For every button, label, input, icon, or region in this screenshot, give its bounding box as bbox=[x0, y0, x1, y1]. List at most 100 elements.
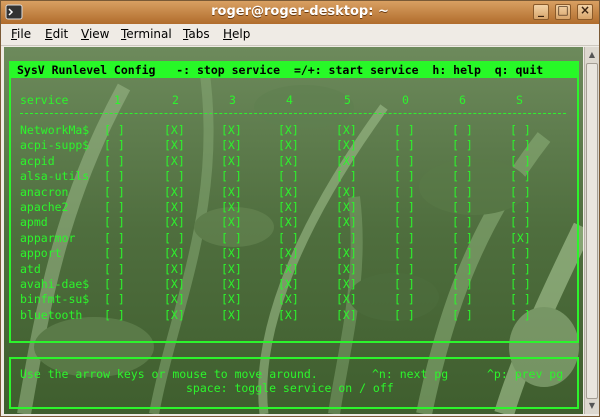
service-name[interactable]: bluetooth bbox=[20, 308, 82, 322]
runlevel-checkbox[interactable]: [ ] bbox=[510, 308, 531, 322]
runlevel-checkbox[interactable]: [ ] bbox=[510, 262, 531, 276]
runlevel-checkbox[interactable]: [X] bbox=[278, 123, 299, 137]
runlevel-checkbox[interactable]: [ ] bbox=[452, 292, 473, 306]
runlevel-checkbox[interactable]: [ ] bbox=[336, 169, 357, 183]
runlevel-checkbox[interactable]: [X] bbox=[278, 308, 299, 322]
service-name[interactable]: avahi-dae$ bbox=[20, 277, 89, 291]
runlevel-checkbox[interactable]: [ ] bbox=[394, 308, 415, 322]
service-name[interactable]: apparmor bbox=[20, 231, 75, 245]
menu-help[interactable]: Help bbox=[223, 27, 250, 41]
runlevel-checkbox[interactable]: [ ] bbox=[104, 308, 125, 322]
runlevel-checkbox[interactable]: [X] bbox=[221, 215, 242, 229]
runlevel-checkbox[interactable]: [X] bbox=[278, 138, 299, 152]
menu-tabs[interactable]: Tabs bbox=[183, 27, 210, 41]
runlevel-checkbox[interactable]: [ ] bbox=[452, 277, 473, 291]
runlevel-checkbox[interactable]: [X] bbox=[278, 185, 299, 199]
scrollbar-thumb[interactable] bbox=[586, 63, 598, 399]
runlevel-checkbox[interactable]: [ ] bbox=[104, 215, 125, 229]
menu-file[interactable]: File bbox=[11, 27, 31, 41]
runlevel-checkbox[interactable]: [ ] bbox=[394, 292, 415, 306]
runlevel-checkbox[interactable]: [ ] bbox=[104, 185, 125, 199]
runlevel-checkbox[interactable]: [ ] bbox=[452, 185, 473, 199]
runlevel-checkbox[interactable]: [ ] bbox=[394, 185, 415, 199]
runlevel-checkbox[interactable]: [X] bbox=[221, 154, 242, 168]
runlevel-checkbox[interactable]: [ ] bbox=[394, 169, 415, 183]
runlevel-checkbox[interactable]: [X] bbox=[221, 185, 242, 199]
runlevel-checkbox[interactable]: [ ] bbox=[394, 138, 415, 152]
runlevel-checkbox[interactable]: [X] bbox=[278, 200, 299, 214]
runlevel-checkbox[interactable]: [X] bbox=[336, 292, 357, 306]
service-name[interactable]: NetworkMa$ bbox=[20, 123, 89, 137]
menu-terminal[interactable]: Terminal bbox=[121, 27, 172, 41]
runlevel-checkbox[interactable]: [X] bbox=[221, 200, 242, 214]
runlevel-checkbox[interactable]: [ ] bbox=[510, 123, 531, 137]
service-name[interactable]: apache2 bbox=[20, 200, 68, 214]
runlevel-checkbox[interactable]: [X] bbox=[336, 200, 357, 214]
service-name[interactable]: atd bbox=[20, 262, 41, 276]
title-bar[interactable]: roger@roger-desktop: ~ _ □ × bbox=[1, 1, 599, 25]
runlevel-checkbox[interactable]: [ ] bbox=[510, 215, 531, 229]
runlevel-checkbox[interactable]: [X] bbox=[278, 262, 299, 276]
runlevel-checkbox[interactable]: [X] bbox=[164, 138, 185, 152]
runlevel-checkbox[interactable]: [ ] bbox=[394, 231, 415, 245]
menu-view[interactable]: View bbox=[81, 27, 109, 41]
runlevel-checkbox[interactable]: [X] bbox=[164, 308, 185, 322]
runlevel-checkbox[interactable]: [X] bbox=[164, 185, 185, 199]
runlevel-checkbox[interactable]: [ ] bbox=[278, 169, 299, 183]
service-name[interactable]: apport bbox=[20, 246, 62, 260]
runlevel-checkbox[interactable]: [ ] bbox=[452, 262, 473, 276]
runlevel-checkbox[interactable]: [ ] bbox=[394, 123, 415, 137]
service-name[interactable]: acpi-supp$ bbox=[20, 138, 89, 152]
runlevel-checkbox[interactable]: [ ] bbox=[104, 138, 125, 152]
runlevel-checkbox[interactable]: [ ] bbox=[510, 246, 531, 260]
runlevel-checkbox[interactable]: [ ] bbox=[452, 123, 473, 137]
runlevel-checkbox[interactable]: [X] bbox=[164, 292, 185, 306]
runlevel-checkbox[interactable]: [ ] bbox=[510, 200, 531, 214]
runlevel-checkbox[interactable]: [ ] bbox=[104, 169, 125, 183]
scroll-up-icon[interactable]: ▲ bbox=[585, 48, 599, 62]
runlevel-checkbox[interactable]: [X] bbox=[221, 246, 242, 260]
runlevel-checkbox[interactable]: [X] bbox=[336, 308, 357, 322]
runlevel-checkbox[interactable]: [X] bbox=[221, 277, 242, 291]
runlevel-checkbox[interactable]: [ ] bbox=[510, 138, 531, 152]
runlevel-checkbox[interactable]: [ ] bbox=[510, 277, 531, 291]
runlevel-checkbox[interactable]: [X] bbox=[164, 277, 185, 291]
runlevel-checkbox[interactable]: [X] bbox=[278, 215, 299, 229]
runlevel-checkbox[interactable]: [X] bbox=[221, 262, 242, 276]
runlevel-checkbox[interactable]: [X] bbox=[221, 292, 242, 306]
runlevel-checkbox[interactable]: [ ] bbox=[164, 169, 185, 183]
runlevel-checkbox[interactable]: [X] bbox=[221, 308, 242, 322]
runlevel-checkbox[interactable]: [ ] bbox=[394, 154, 415, 168]
runlevel-checkbox[interactable]: [ ] bbox=[221, 231, 242, 245]
runlevel-checkbox[interactable]: [ ] bbox=[510, 154, 531, 168]
runlevel-checkbox[interactable]: [ ] bbox=[452, 246, 473, 260]
runlevel-checkbox[interactable]: [X] bbox=[336, 215, 357, 229]
runlevel-checkbox[interactable]: [X] bbox=[336, 123, 357, 137]
runlevel-checkbox[interactable]: [ ] bbox=[104, 154, 125, 168]
scroll-down-icon[interactable]: ▼ bbox=[585, 399, 599, 413]
runlevel-checkbox[interactable]: [X] bbox=[164, 200, 185, 214]
runlevel-checkbox[interactable]: [ ] bbox=[104, 292, 125, 306]
runlevel-checkbox[interactable]: [ ] bbox=[104, 277, 125, 291]
runlevel-checkbox[interactable]: [ ] bbox=[452, 200, 473, 214]
runlevel-checkbox[interactable]: [X] bbox=[278, 292, 299, 306]
service-name[interactable]: apmd bbox=[20, 215, 48, 229]
runlevel-checkbox[interactable]: [ ] bbox=[394, 246, 415, 260]
service-name[interactable]: alsa-utils bbox=[20, 169, 89, 183]
runlevel-checkbox[interactable]: [ ] bbox=[164, 231, 185, 245]
runlevel-checkbox[interactable]: [ ] bbox=[452, 154, 473, 168]
runlevel-checkbox[interactable]: [ ] bbox=[510, 292, 531, 306]
runlevel-checkbox[interactable]: [ ] bbox=[394, 200, 415, 214]
runlevel-checkbox[interactable]: [ ] bbox=[452, 308, 473, 322]
runlevel-checkbox[interactable]: [X] bbox=[336, 138, 357, 152]
runlevel-checkbox[interactable]: [X] bbox=[510, 231, 531, 245]
maximize-button[interactable]: □ bbox=[555, 3, 571, 20]
close-button[interactable]: × bbox=[577, 3, 593, 20]
runlevel-checkbox[interactable]: [ ] bbox=[452, 138, 473, 152]
runlevel-checkbox[interactable]: [ ] bbox=[510, 185, 531, 199]
runlevel-checkbox[interactable]: [X] bbox=[164, 262, 185, 276]
runlevel-checkbox[interactable]: [ ] bbox=[452, 169, 473, 183]
runlevel-checkbox[interactable]: [X] bbox=[164, 123, 185, 137]
scrollbar[interactable]: ▲ ▼ bbox=[584, 47, 599, 414]
runlevel-checkbox[interactable]: [X] bbox=[336, 262, 357, 276]
